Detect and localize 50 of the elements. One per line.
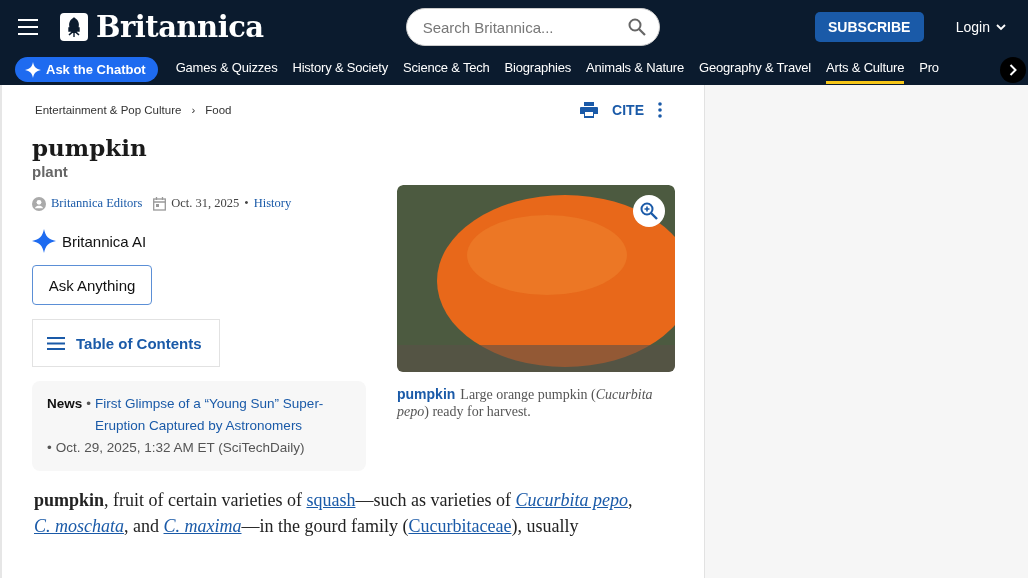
category-tab[interactable]: History & Society — [292, 55, 388, 84]
article-link[interactable]: Cucurbitaceae — [408, 516, 512, 536]
author-link[interactable]: Britannica Editors — [51, 196, 143, 211]
article-link[interactable]: squash — [306, 490, 356, 510]
breadcrumb-link[interactable]: Entertainment & Pop Culture — [35, 104, 182, 116]
article-paragraph: pumpkin, fruit of certain varieties of squash—such as varieties of Cucurbita pepo, C. moschata, and C. maxima—in the gourd family (Cucurbitaceae), usually — [34, 489, 634, 538]
logo-text[interactable]: Britannica — [96, 10, 264, 44]
subscribe-button[interactable]: SUBSCRIBE — [814, 12, 924, 42]
news-date-source: Oct. 29, 2025, 1:32 AM ET (SciTechDaily) — [55, 439, 305, 457]
calendar-icon — [153, 196, 167, 211]
news-headline-link[interactable]: First Glimpse of a “Young Sun” Super-Eruption Captured by Astronomers — [95, 393, 351, 437]
more-options-icon[interactable] — [658, 102, 662, 118]
ask-anything-button[interactable]: Ask Anything — [32, 265, 152, 305]
article-link[interactable]: Cucurbita pepo — [515, 490, 628, 510]
bullet-separator: • — [47, 439, 52, 457]
user-icon — [32, 196, 46, 211]
chevron-right-icon — [1009, 64, 1017, 76]
category-tab[interactable]: Geography & Travel — [699, 55, 812, 84]
menu-icon[interactable] — [18, 19, 38, 35]
category-tab[interactable]: Games & Quizzes — [175, 55, 278, 84]
ai-label: Britannica AI — [62, 232, 147, 250]
category-tab[interactable]: Biographies — [504, 55, 572, 84]
category-tab[interactable]: Science & Tech — [403, 55, 490, 84]
breadcrumb-separator: › — [191, 104, 196, 116]
publish-date: Oct. 31, 2025 — [171, 196, 240, 211]
article-title: pumpkin — [32, 135, 148, 161]
article-link[interactable]: C. maxima — [163, 516, 242, 536]
history-link[interactable]: History — [253, 196, 292, 211]
login-button[interactable]: Login — [949, 18, 1012, 36]
category-tab[interactable]: Pro — [919, 55, 939, 84]
scroll-right-button[interactable] — [1000, 57, 1026, 83]
category-tab[interactable]: Animals & Nature — [586, 55, 684, 84]
search-field[interactable]: Search Britannica... — [405, 8, 660, 46]
sparkle-icon — [25, 61, 41, 78]
breadcrumb-link[interactable]: Food — [205, 104, 232, 116]
article-subtitle: plant — [32, 163, 69, 180]
image-caption: pumpkin Large orange pumpkin (Cucurbita pepo) ready for harvest. — [397, 386, 654, 420]
zoom-in-icon — [640, 202, 658, 220]
ask-chatbot-button[interactable]: Ask the Chatbot — [15, 57, 158, 82]
bullet-separator: • — [86, 395, 91, 413]
sparkle-icon — [32, 229, 56, 253]
print-icon[interactable] — [580, 102, 599, 118]
search-icon[interactable] — [627, 18, 646, 36]
chevron-down-icon — [996, 23, 1006, 31]
list-icon — [47, 336, 65, 350]
article-link[interactable]: C. moschata — [34, 516, 124, 536]
table-of-contents-button[interactable]: Table of Contents — [32, 319, 220, 367]
cite-button[interactable]: CITE — [612, 102, 644, 118]
news-label: News — [47, 395, 83, 413]
bullet-separator: • — [244, 196, 249, 211]
